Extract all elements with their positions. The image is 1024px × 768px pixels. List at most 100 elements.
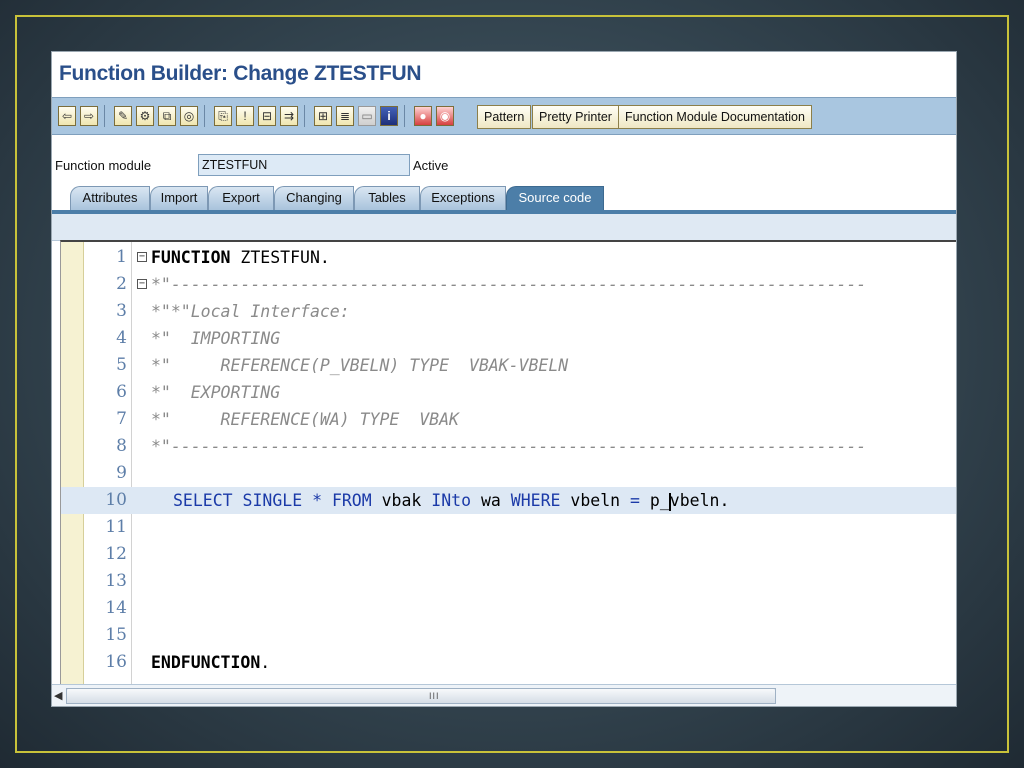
pretty-printer-button[interactable]: Pretty Printer bbox=[532, 105, 619, 129]
code-text: vbeln bbox=[669, 491, 720, 510]
source-code-editor[interactable]: 1 − FUNCTION ZTESTFUN. 2 − *"-----------… bbox=[60, 240, 956, 684]
tree-icon[interactable]: ⊞ bbox=[314, 106, 332, 126]
code-line[interactable]: 5 *" REFERENCE(P_VBELN) TYPE VBAK-VBELN bbox=[61, 352, 956, 379]
line-number: 3 bbox=[116, 301, 127, 321]
code-line[interactable]: 13 bbox=[61, 568, 956, 595]
line-number: 15 bbox=[105, 625, 127, 645]
horizontal-scrollbar[interactable]: ◀ III bbox=[52, 684, 956, 706]
code-keyword: WHERE bbox=[510, 491, 561, 510]
tab-attributes[interactable]: Attributes bbox=[70, 186, 150, 210]
tab-source-code[interactable]: Source code bbox=[506, 186, 604, 210]
line-number: 5 bbox=[116, 355, 127, 375]
code-keyword: INto bbox=[431, 491, 472, 510]
function-module-field[interactable]: ZTESTFUN bbox=[198, 154, 410, 176]
activate-icon[interactable]: ◎ bbox=[180, 106, 198, 126]
pattern-button[interactable]: Pattern bbox=[477, 105, 532, 129]
code-line[interactable]: 16 ENDFUNCTION. bbox=[61, 649, 956, 676]
code-line[interactable]: 6 *" EXPORTING bbox=[61, 379, 956, 406]
line-number: 12 bbox=[105, 544, 127, 564]
code-line[interactable]: 14 bbox=[61, 595, 956, 622]
info-icon[interactable]: i bbox=[380, 106, 398, 126]
line-number: 6 bbox=[116, 382, 127, 402]
breakpoint-icon[interactable]: ● bbox=[414, 106, 432, 126]
where-used-icon[interactable]: ⎘ bbox=[214, 106, 232, 126]
code-keyword: SELECT SINGLE * FROM bbox=[173, 491, 372, 510]
toolbar-separator bbox=[204, 105, 205, 127]
hierarchy-icon[interactable]: ⇉ bbox=[280, 106, 298, 126]
check-icon[interactable]: ⧉ bbox=[158, 106, 176, 126]
code-text: p_ bbox=[639, 491, 670, 510]
toolbar-separator bbox=[404, 105, 405, 127]
code-line[interactable]: 3 *"*"Local Interface: bbox=[61, 298, 956, 325]
code-line[interactable]: 1 − FUNCTION ZTESTFUN. bbox=[61, 244, 956, 271]
window-title: Function Builder: Change ZTESTFUN bbox=[59, 62, 422, 85]
status-text: Active bbox=[413, 158, 449, 173]
application-toolbar: ⇦ ⇨ ✎ ⚙ ⧉ ◎ ⎘ ! ⊟ ⇉ ⊞ ≣ ▭ i ● ◉ Pattern … bbox=[52, 97, 956, 135]
line-number: 4 bbox=[116, 328, 127, 348]
display-change-icon[interactable]: ✎ bbox=[114, 106, 132, 126]
tab-tables[interactable]: Tables bbox=[354, 186, 420, 210]
code-text: ZTESTFUN. bbox=[230, 248, 330, 267]
code-text: wa bbox=[471, 491, 511, 510]
external-breakpoint-icon[interactable]: ◉ bbox=[436, 106, 454, 126]
function-module-label: Function module bbox=[55, 158, 152, 173]
toolbar-separator bbox=[104, 105, 105, 127]
tab-export[interactable]: Export bbox=[208, 186, 274, 210]
scroll-left-icon[interactable]: ◀ bbox=[54, 689, 62, 702]
code-comment: *"*"Local Interface: bbox=[151, 302, 350, 321]
tab-strip: Attributes Import Export Changing Tables… bbox=[52, 186, 956, 212]
info-bar-icon[interactable]: ! bbox=[236, 106, 254, 126]
line-number: 14 bbox=[105, 598, 127, 618]
scroll-grip: III bbox=[429, 691, 440, 701]
code-text: vbeln bbox=[560, 491, 631, 510]
code-comment: *"--------------------------------------… bbox=[151, 437, 867, 456]
code-text: . bbox=[260, 653, 271, 672]
tab-changing[interactable]: Changing bbox=[274, 186, 354, 210]
tab-exceptions[interactable]: Exceptions bbox=[420, 186, 506, 210]
code-text: . bbox=[719, 491, 730, 510]
tab-import[interactable]: Import bbox=[150, 186, 208, 210]
code-line-current[interactable]: 10 SELECT SINGLE * FROM vbak INto wa WHE… bbox=[61, 487, 956, 514]
function-module-documentation-button[interactable]: Function Module Documentation bbox=[618, 105, 812, 129]
code-line[interactable]: 2 − *"----------------------------------… bbox=[61, 271, 956, 298]
collapse-icon[interactable]: − bbox=[137, 279, 147, 289]
line-number: 8 bbox=[116, 436, 127, 456]
line-number: 13 bbox=[105, 571, 127, 591]
code-line[interactable]: 9 bbox=[61, 460, 956, 487]
line-number: 11 bbox=[105, 517, 127, 537]
code-line[interactable]: 15 bbox=[61, 622, 956, 649]
line-number: 10 bbox=[105, 490, 127, 510]
line-number: 2 bbox=[116, 274, 127, 294]
code-line[interactable]: 8 *"------------------------------------… bbox=[61, 433, 956, 460]
code-text: vbak bbox=[371, 491, 432, 510]
disabled-icon: ▭ bbox=[358, 106, 376, 126]
code-line[interactable]: 11 bbox=[61, 514, 956, 541]
code-line[interactable]: 4 *" IMPORTING bbox=[61, 325, 956, 352]
line-number: 1 bbox=[116, 247, 127, 267]
scroll-thumb[interactable]: III bbox=[67, 689, 775, 703]
code-keyword: FUNCTION bbox=[151, 248, 231, 267]
code-comment: *" EXPORTING bbox=[151, 383, 281, 402]
line-number: 9 bbox=[116, 463, 127, 483]
scroll-track[interactable]: III bbox=[66, 688, 776, 704]
line-number: 7 bbox=[116, 409, 127, 429]
other-object-icon[interactable]: ⚙ bbox=[136, 106, 154, 126]
test-icon[interactable]: ⊟ bbox=[258, 106, 276, 126]
code-comment: *" IMPORTING bbox=[151, 329, 281, 348]
code-keyword: ENDFUNCTION bbox=[151, 653, 261, 672]
back-arrow-icon[interactable]: ⇦ bbox=[58, 106, 76, 126]
code-comment: *" REFERENCE(WA) TYPE VBAK bbox=[151, 410, 459, 429]
stack-icon[interactable]: ≣ bbox=[336, 106, 354, 126]
code-comment: *" REFERENCE(P_VBELN) TYPE VBAK-VBELN bbox=[151, 356, 569, 375]
toolbar-separator bbox=[304, 105, 305, 127]
collapse-icon[interactable]: − bbox=[137, 252, 147, 262]
code-comment: *"--------------------------------------… bbox=[151, 275, 867, 294]
editor-header-band bbox=[52, 214, 956, 241]
code-line[interactable]: 7 *" REFERENCE(WA) TYPE VBAK bbox=[61, 406, 956, 433]
code-line[interactable]: 12 bbox=[61, 541, 956, 568]
title-bar: Function Builder: Change ZTESTFUN bbox=[52, 52, 956, 96]
forward-arrow-icon[interactable]: ⇨ bbox=[80, 106, 98, 126]
function-builder-window: Function Builder: Change ZTESTFUN ⇦ ⇨ ✎ … bbox=[52, 52, 956, 706]
code-operator: = bbox=[630, 491, 640, 510]
line-number: 16 bbox=[105, 652, 127, 672]
